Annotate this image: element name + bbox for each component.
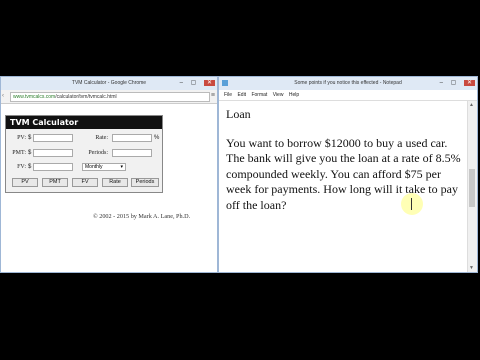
problem-heading: Loan [226,107,251,121]
fv-input[interactable] [33,163,73,171]
url-path: /calculator/tvm/tvmcalc.html [55,94,117,100]
pv-input[interactable] [33,134,73,142]
browser-title: TVM Calculator - Google Chrome [71,80,147,86]
notepad-title-bar: Some points if you notice this effected … [219,77,477,90]
window-controls[interactable]: – ▢ ✕ [180,79,215,87]
calculator-title: TVM Calculator [6,116,162,129]
fv-currency: $ [28,164,32,170]
close-icon[interactable]: ✕ [203,80,215,86]
address-bar[interactable]: www.tvmcalcs.com/calculator/tvm/tvmcalc.… [10,92,210,102]
browser-window: TVM Calculator - Google Chrome – ▢ ✕ ‹ w… [0,76,218,273]
pv-currency: $ [28,135,32,141]
rate-button[interactable]: Rate [102,178,128,187]
pmt-input[interactable] [33,149,73,157]
scrollbar-thumb[interactable] [469,169,475,207]
mouse-cursor-highlight [401,193,423,215]
text-cursor-icon [411,198,412,210]
periods-button[interactable]: Periods [131,178,159,187]
problem-text: You want to borrow $12000 to buy a used … [226,135,461,212]
scroll-down-icon[interactable]: ▼ [469,265,474,271]
frequency-select[interactable]: Monthly ▾ [82,163,126,171]
url-host: www.tvmcalcs.com [13,94,56,100]
menu-edit[interactable]: Edit [237,92,246,98]
menu-icon[interactable]: ≡ [211,92,215,99]
notepad-title: Some points if you notice this effected … [294,80,402,86]
percent-sign: % [154,135,160,141]
periods-label: Periods: [88,150,108,156]
menu-view[interactable]: View [273,92,284,98]
menu-format[interactable]: Format [251,92,267,98]
scroll-up-icon[interactable]: ▲ [469,102,474,108]
pmt-label: PMT: [12,150,26,156]
notepad-window: Some points if you notice this effected … [218,76,478,273]
pmt-currency: $ [28,150,32,156]
fv-button[interactable]: FV [72,178,98,187]
notepad-menu-bar: File Edit Format View Help [219,90,477,101]
fv-label: FV: [17,164,26,170]
vertical-scrollbar[interactable]: ▲ ▼ [467,101,477,272]
notepad-text-area[interactable]: Loan You want to borrow $12000 to buy a … [226,107,466,213]
chevron-down-icon: ▾ [120,164,123,170]
menu-help[interactable]: Help [289,92,299,98]
back-icon[interactable]: ‹ [2,93,4,99]
pmt-button[interactable]: PMT [42,178,68,187]
periods-input[interactable] [112,149,152,157]
window-controls[interactable]: – ▢ ✕ [440,79,475,87]
menu-file[interactable]: File [224,92,232,98]
pv-label: PV: [17,135,26,141]
browser-title-bar: TVM Calculator - Google Chrome – ▢ ✕ [1,77,217,90]
browser-toolbar: ‹ www.tvmcalcs.com/calculator/tvm/tvmcal… [1,90,217,104]
pv-button[interactable]: PV [12,178,38,187]
close-icon[interactable]: ✕ [463,80,475,86]
frequency-value: Monthly [85,164,103,170]
copyright-text: © 2002 - 2015 by Mark A. Lane, Ph.D. [93,213,191,220]
rate-input[interactable] [112,134,152,142]
tvm-calculator: TVM Calculator PV: $ Rate: % PMT: $ Peri… [5,115,163,193]
rate-label: Rate: [95,135,108,141]
